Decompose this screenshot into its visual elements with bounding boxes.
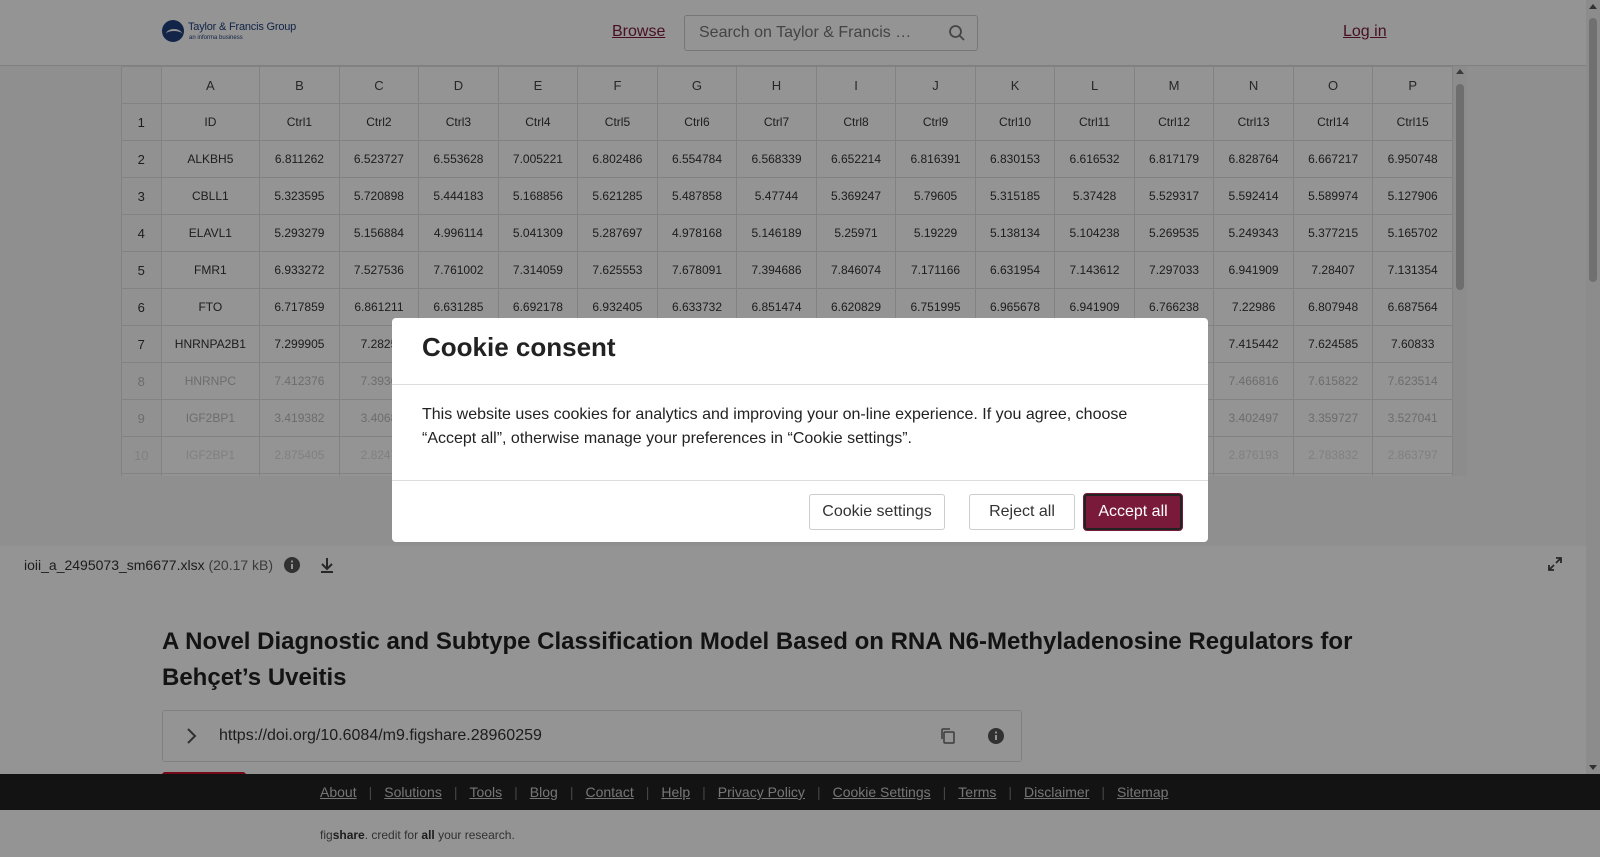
divider: [392, 384, 1208, 385]
cookie-consent-dialog: Cookie consent This website uses cookies…: [392, 318, 1208, 542]
modal-backdrop: Cookie consent This website uses cookies…: [0, 0, 1600, 857]
cookie-dialog-title: Cookie consent: [422, 332, 616, 362]
accept-all-button[interactable]: Accept all: [1084, 494, 1182, 530]
cookie-dialog-body: This website uses cookies for analytics …: [422, 406, 1128, 447]
cookie-settings-button[interactable]: Cookie settings: [809, 494, 945, 530]
reject-all-button[interactable]: Reject all: [969, 494, 1075, 530]
divider: [392, 480, 1208, 481]
